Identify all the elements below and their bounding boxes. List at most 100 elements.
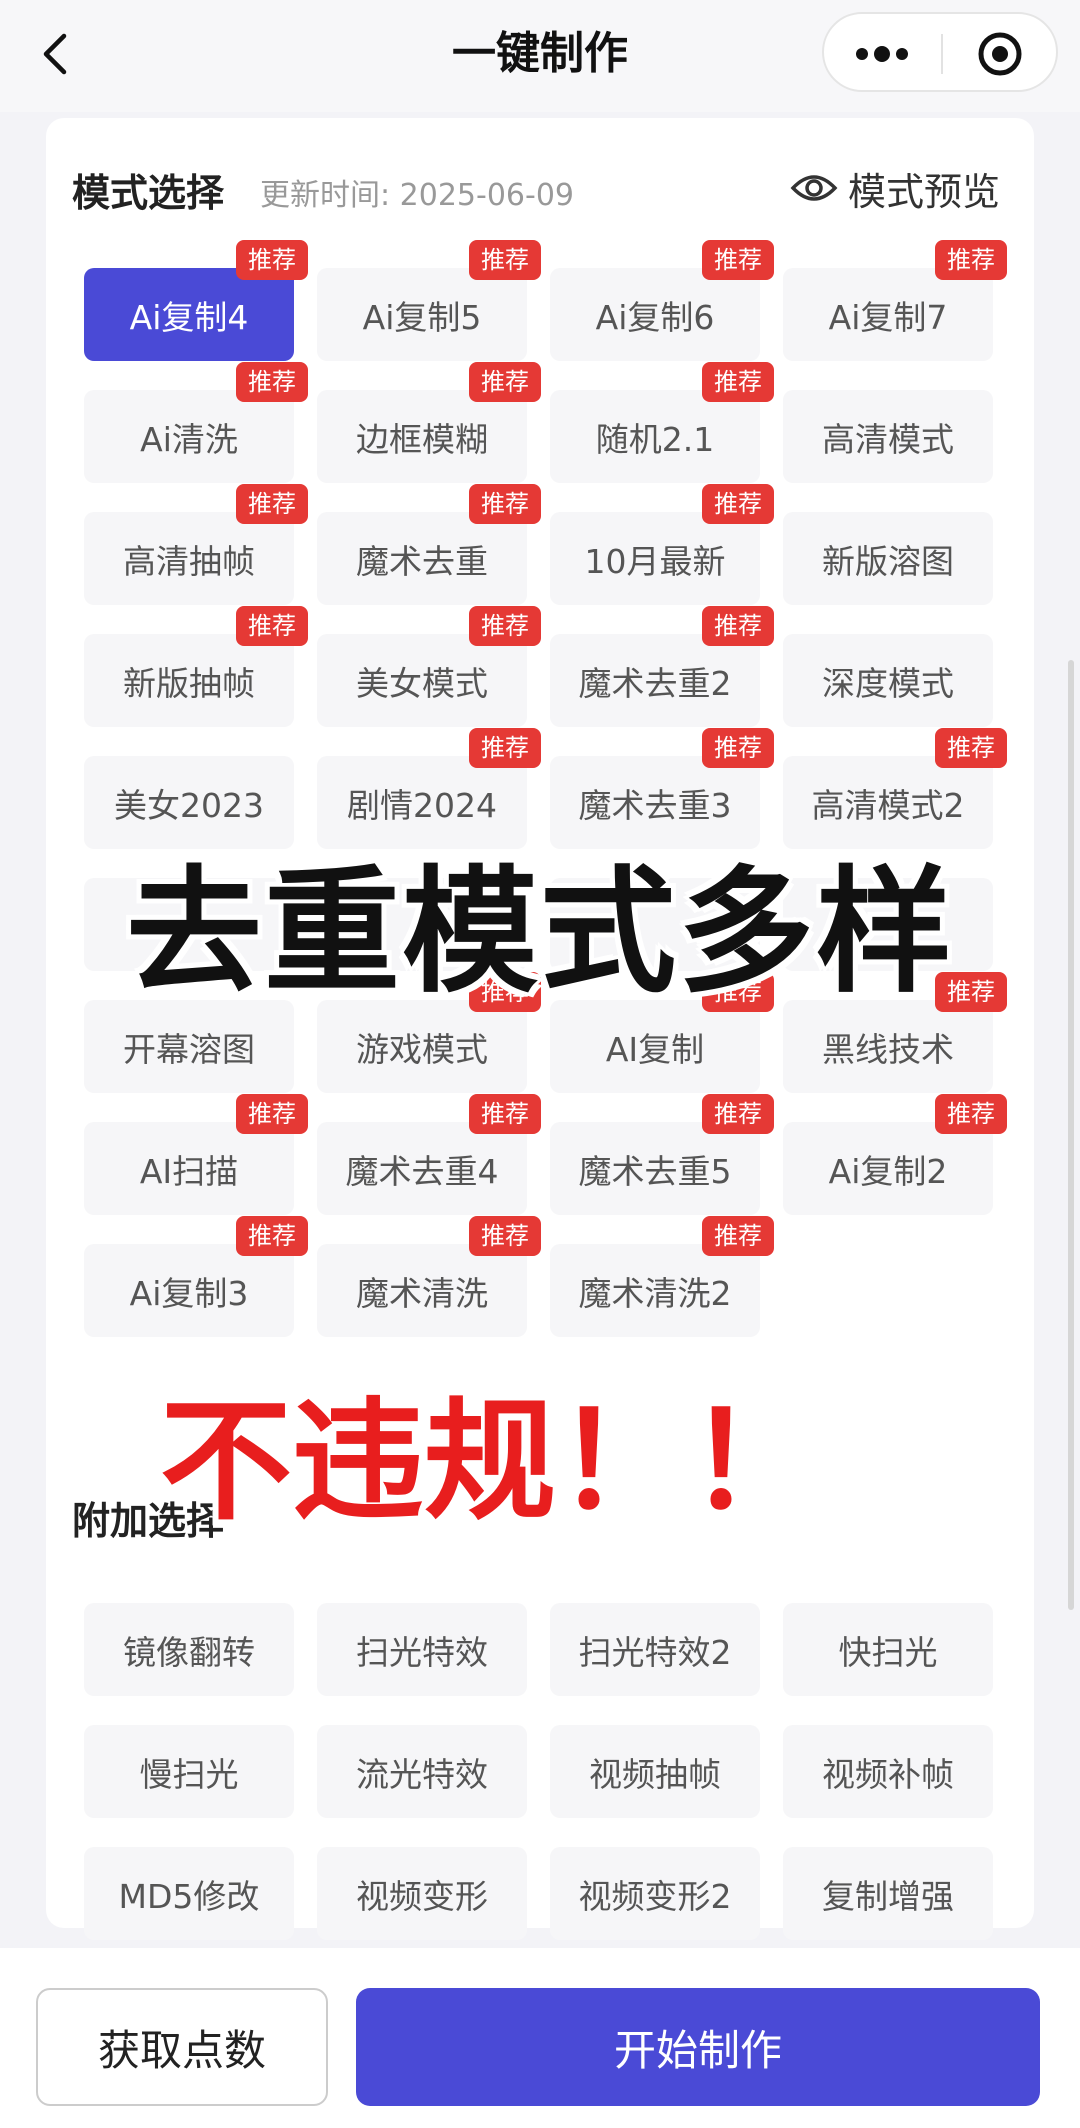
recommend-badge: 推荐 [469, 728, 541, 768]
mode-option[interactable]: Ai复制3 推荐 [84, 1216, 308, 1337]
eye-icon [790, 175, 838, 201]
extra-option-label: 视频变形2 [578, 1876, 732, 1916]
mode-option[interactable]: Ai复制6 推荐 [550, 240, 774, 361]
recommend-badge: 推荐 [702, 240, 774, 280]
capsule-divider [941, 34, 943, 74]
recommend-badge: 推荐 [236, 1094, 308, 1134]
extra-option-label: 镜像翻转 [123, 1632, 255, 1672]
mode-option[interactable]: Ai复制4 推荐 [84, 240, 308, 361]
target-icon[interactable] [976, 30, 1024, 78]
extra-option-label: 扫光特效 [356, 1632, 488, 1672]
extra-option-label: 扫光特效2 [578, 1632, 732, 1672]
mode-option[interactable]: 新版抽帧 推荐 [84, 606, 308, 727]
mode-option-label: 边框模糊 [356, 419, 488, 459]
mode-option[interactable]: Ai复制2 推荐 [783, 1094, 1007, 1215]
recommend-badge: 推荐 [469, 484, 541, 524]
mode-option-label: 魔术去重5 [578, 1151, 732, 1191]
mode-option[interactable]: 高清抽帧 推荐 [84, 484, 308, 605]
mode-option[interactable]: 魔术去重5 推荐 [550, 1094, 774, 1215]
recommend-badge: 推荐 [935, 728, 1007, 768]
extra-option[interactable]: 扫光特效2 [550, 1603, 760, 1696]
mode-option-label: 魔术去重 [356, 541, 488, 581]
recommend-badge: 推荐 [469, 606, 541, 646]
mode-option[interactable]: 新版溶图 [783, 512, 993, 605]
chevron-left-icon[interactable] [34, 30, 82, 78]
extra-option-label: 视频变形 [356, 1876, 488, 1916]
mode-option-label: 随机2.1 [595, 419, 715, 459]
mode-option-label: 游戏模式 [356, 1029, 488, 1069]
extra-option[interactable]: 视频变形 [317, 1847, 527, 1940]
recommend-badge: 推荐 [935, 240, 1007, 280]
mode-option[interactable]: 边框模糊 推荐 [317, 362, 541, 483]
extra-option[interactable]: 复制增强 [783, 1847, 993, 1940]
mode-option-label: Ai复制6 [595, 297, 715, 337]
mode-option-label: 深度模式 [822, 663, 954, 703]
extra-option[interactable]: 流光特效 [317, 1725, 527, 1818]
recommend-badge: 推荐 [236, 606, 308, 646]
extra-option[interactable]: 镜像翻转 [84, 1603, 294, 1696]
mode-option-label: 美女2023 [114, 785, 264, 825]
extra-option-label: 视频补帧 [822, 1754, 954, 1794]
mode-option[interactable]: 魔术去重4 推荐 [317, 1094, 541, 1215]
recommend-badge: 推荐 [236, 484, 308, 524]
extra-option[interactable]: 视频抽帧 [550, 1725, 760, 1818]
mode-option-label: 高清模式 [822, 419, 954, 459]
more-dots-icon[interactable] [852, 34, 912, 74]
recommend-badge: 推荐 [702, 606, 774, 646]
mode-preview-link[interactable]: 模式预览 [790, 160, 1000, 216]
mode-option-label: 新版溶图 [822, 541, 954, 581]
mode-option[interactable]: Ai复制5 推荐 [317, 240, 541, 361]
mode-option[interactable]: 魔术清洗2 推荐 [550, 1216, 774, 1337]
mode-option[interactable]: 随机2.1 推荐 [550, 362, 774, 483]
mode-preview-label: 模式预览 [848, 169, 1001, 214]
extra-grid: 镜像翻转 扫光特效 扫光特效2 快扫光慢扫光 流光特效 视频抽帧 视频补帧 MD5修改 视频变形… [84, 1603, 993, 1940]
mode-option[interactable]: 10月最新 推荐 [550, 484, 774, 605]
mode-option[interactable]: 魔术清洗 推荐 [317, 1216, 541, 1337]
mode-grid: Ai复制4 推荐 Ai复制5 推荐 Ai复制6 推荐 Ai复制7 推荐 Ai清洗 推荐 边框模糊 推荐… [84, 240, 1007, 1337]
mode-option[interactable]: Ai复制7 推荐 [783, 240, 1007, 361]
extra-option-label: 流光特效 [356, 1754, 488, 1794]
extra-option[interactable]: 扫光特效 [317, 1603, 527, 1696]
mode-option[interactable]: 魔术去重 推荐 [317, 484, 541, 605]
mini-program-capsule [822, 12, 1058, 92]
mode-option-label: 高清模式2 [811, 785, 965, 825]
recommend-badge: 推荐 [236, 362, 308, 402]
mode-option[interactable]: Ai清洗 推荐 [84, 362, 308, 483]
recommend-badge: 推荐 [702, 1216, 774, 1256]
extra-option-label: 慢扫光 [139, 1754, 239, 1794]
start-making-button[interactable]: 开始制作 [356, 1988, 1040, 2106]
mode-option-label: 新版抽帧 [123, 663, 255, 703]
mode-option-label: 魔术清洗 [356, 1273, 488, 1313]
mode-option[interactable]: 深度模式 [783, 634, 993, 727]
extra-option[interactable]: 视频补帧 [783, 1725, 993, 1818]
extra-option-label: 视频抽帧 [589, 1754, 721, 1794]
recommend-badge: 推荐 [469, 362, 541, 402]
bottom-bar: 获取点数 开始制作 [0, 1948, 1080, 2128]
mode-option[interactable]: 高清模式 [783, 390, 993, 483]
nav-bar: 一键制作 [0, 0, 1080, 112]
extra-option[interactable]: 慢扫光 [84, 1725, 294, 1818]
mode-option-label: 开幕溶图 [123, 1029, 255, 1069]
mode-option[interactable]: 美女模式 推荐 [317, 606, 541, 727]
recommend-badge: 推荐 [702, 1094, 774, 1134]
mode-section-title: 模式选择 [72, 171, 225, 215]
mode-option[interactable]: 魔术去重2 推荐 [550, 606, 774, 727]
mode-option-label: Ai复制2 [828, 1151, 948, 1191]
extra-option-label: 复制增强 [822, 1876, 954, 1916]
mode-option[interactable]: AI扫描 推荐 [84, 1094, 308, 1215]
mode-option-label: Ai复制3 [129, 1273, 249, 1313]
mode-option-label: 魔术去重3 [578, 785, 732, 825]
mode-option-label: 黑线技术 [822, 1029, 954, 1069]
extra-option[interactable]: MD5修改 [84, 1847, 294, 1940]
mode-option-label: Ai复制7 [828, 297, 948, 337]
extra-option-label: MD5修改 [118, 1876, 260, 1916]
mode-option-label: Ai复制5 [362, 297, 482, 337]
extra-option[interactable]: 快扫光 [783, 1603, 993, 1696]
get-points-button[interactable]: 获取点数 [36, 1988, 328, 2106]
mode-option-label: 魔术去重2 [578, 663, 732, 703]
recommend-badge: 推荐 [935, 1094, 1007, 1134]
recommend-badge: 推荐 [236, 240, 308, 280]
extra-option[interactable]: 视频变形2 [550, 1847, 760, 1940]
scrollbar[interactable] [1068, 660, 1074, 1610]
recommend-badge: 推荐 [702, 362, 774, 402]
